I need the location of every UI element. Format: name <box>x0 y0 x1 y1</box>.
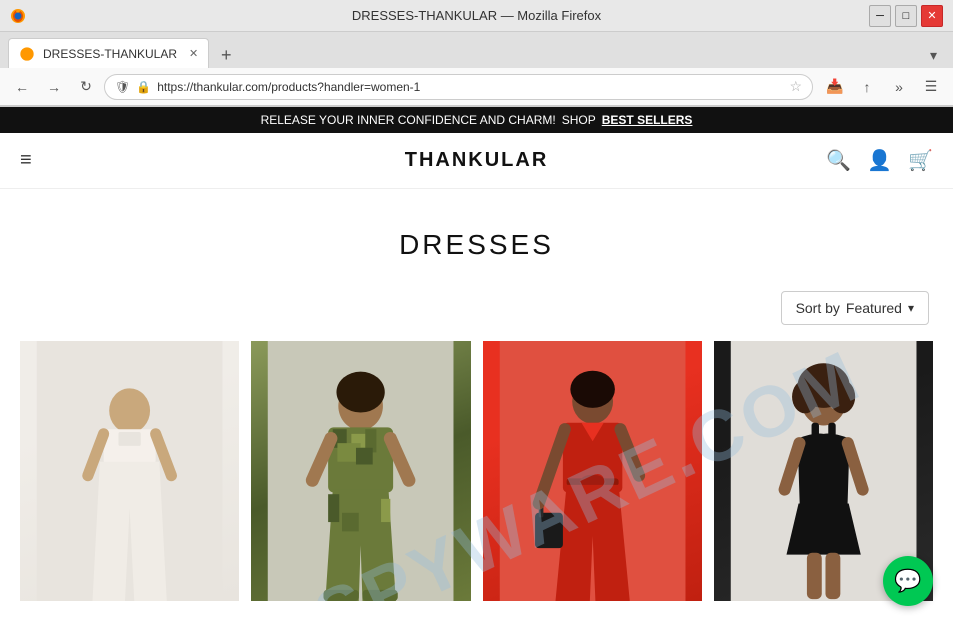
announcement-bar: RELEASE YOUR INNER CONFIDENCE AND CHARM!… <box>0 107 953 133</box>
header-right-icons: 🔍 👤 🛒 <box>826 148 933 173</box>
page-title: DRESSES <box>20 229 933 261</box>
website-content: RELEASE YOUR INNER CONFIDENCE AND CHARM!… <box>0 107 953 601</box>
hamburger-nav-icon[interactable]: ≡ <box>20 149 32 172</box>
cart-icon[interactable]: 🛒 <box>908 148 933 173</box>
sort-value: Featured <box>846 300 902 316</box>
pocket-icon[interactable]: 📥 <box>821 73 849 101</box>
product-image <box>20 341 239 601</box>
browser-chrome: DRESSES-THANKULAR — Mozilla Firefox ─ □ … <box>0 0 953 107</box>
bookmark-icon[interactable]: ☆ <box>789 78 802 95</box>
product-grid <box>20 341 933 601</box>
firefox-icon <box>10 8 26 24</box>
product-image <box>251 341 470 601</box>
tab-list-button[interactable]: ▾ <box>922 43 945 68</box>
new-tab-button[interactable]: + <box>213 42 239 68</box>
tab-bar: DRESSES-THANKULAR ✕ + ▾ <box>0 32 953 68</box>
product-card[interactable] <box>483 341 702 601</box>
site-header: ≡ THANKULAR 🔍 👤 🛒 <box>0 133 953 189</box>
chat-icon: 💬 <box>894 568 921 594</box>
lock-icon: 🔒 <box>136 80 151 94</box>
announcement-text: RELEASE YOUR INNER CONFIDENCE AND CHARM! <box>261 113 556 127</box>
forward-button[interactable]: → <box>40 73 68 101</box>
sort-label: Sort by <box>796 300 840 316</box>
tab-close-button[interactable]: ✕ <box>189 47 198 60</box>
product-card[interactable] <box>251 341 470 601</box>
header-menu-area: ≡ <box>20 149 32 172</box>
security-icon: 🛡 <box>115 80 130 94</box>
back-button[interactable]: ← <box>8 73 36 101</box>
chat-button[interactable]: 💬 <box>883 556 933 606</box>
maximize-button[interactable]: □ <box>895 5 917 27</box>
nav-right-icons: 📥 ↑ » ☰ <box>821 73 945 101</box>
chevron-down-icon: ▾ <box>908 301 914 315</box>
active-tab[interactable]: DRESSES-THANKULAR ✕ <box>8 38 209 68</box>
hamburger-menu-button[interactable]: ☰ <box>917 73 945 101</box>
minimize-button[interactable]: ─ <box>869 5 891 27</box>
announcement-cta-prefix: SHOP <box>562 113 596 127</box>
sort-bar: Sort by Featured ▾ <box>20 291 933 325</box>
account-icon[interactable]: 👤 <box>867 148 892 173</box>
close-button[interactable]: ✕ <box>921 5 943 27</box>
tab-label: DRESSES-THANKULAR <box>43 47 177 61</box>
search-icon[interactable]: 🔍 <box>826 148 851 173</box>
title-bar-left <box>10 8 26 24</box>
page-content: MANTISPYWARE.COM DRESSES Sort by Feature… <box>0 189 953 601</box>
extensions-icon[interactable]: » <box>885 73 913 101</box>
product-image <box>483 341 702 601</box>
product-card[interactable] <box>20 341 239 601</box>
window-controls: ─ □ ✕ <box>869 5 943 27</box>
announcement-cta-link[interactable]: BEST SELLERS <box>602 113 693 127</box>
title-bar: DRESSES-THANKULAR — Mozilla Firefox ─ □ … <box>0 0 953 32</box>
navigation-bar: ← → ↻ 🛡 🔒 https://thankular.com/products… <box>0 68 953 106</box>
site-logo[interactable]: THANKULAR <box>405 149 549 172</box>
address-bar[interactable]: 🛡 🔒 https://thankular.com/products?handl… <box>104 74 813 100</box>
tab-favicon <box>19 46 35 62</box>
sort-dropdown[interactable]: Sort by Featured ▾ <box>781 291 929 325</box>
window-title: DRESSES-THANKULAR — Mozilla Firefox <box>352 8 601 23</box>
share-icon[interactable]: ↑ <box>853 73 881 101</box>
reload-button[interactable]: ↻ <box>72 73 100 101</box>
url-text: https://thankular.com/products?handler=w… <box>157 80 783 94</box>
